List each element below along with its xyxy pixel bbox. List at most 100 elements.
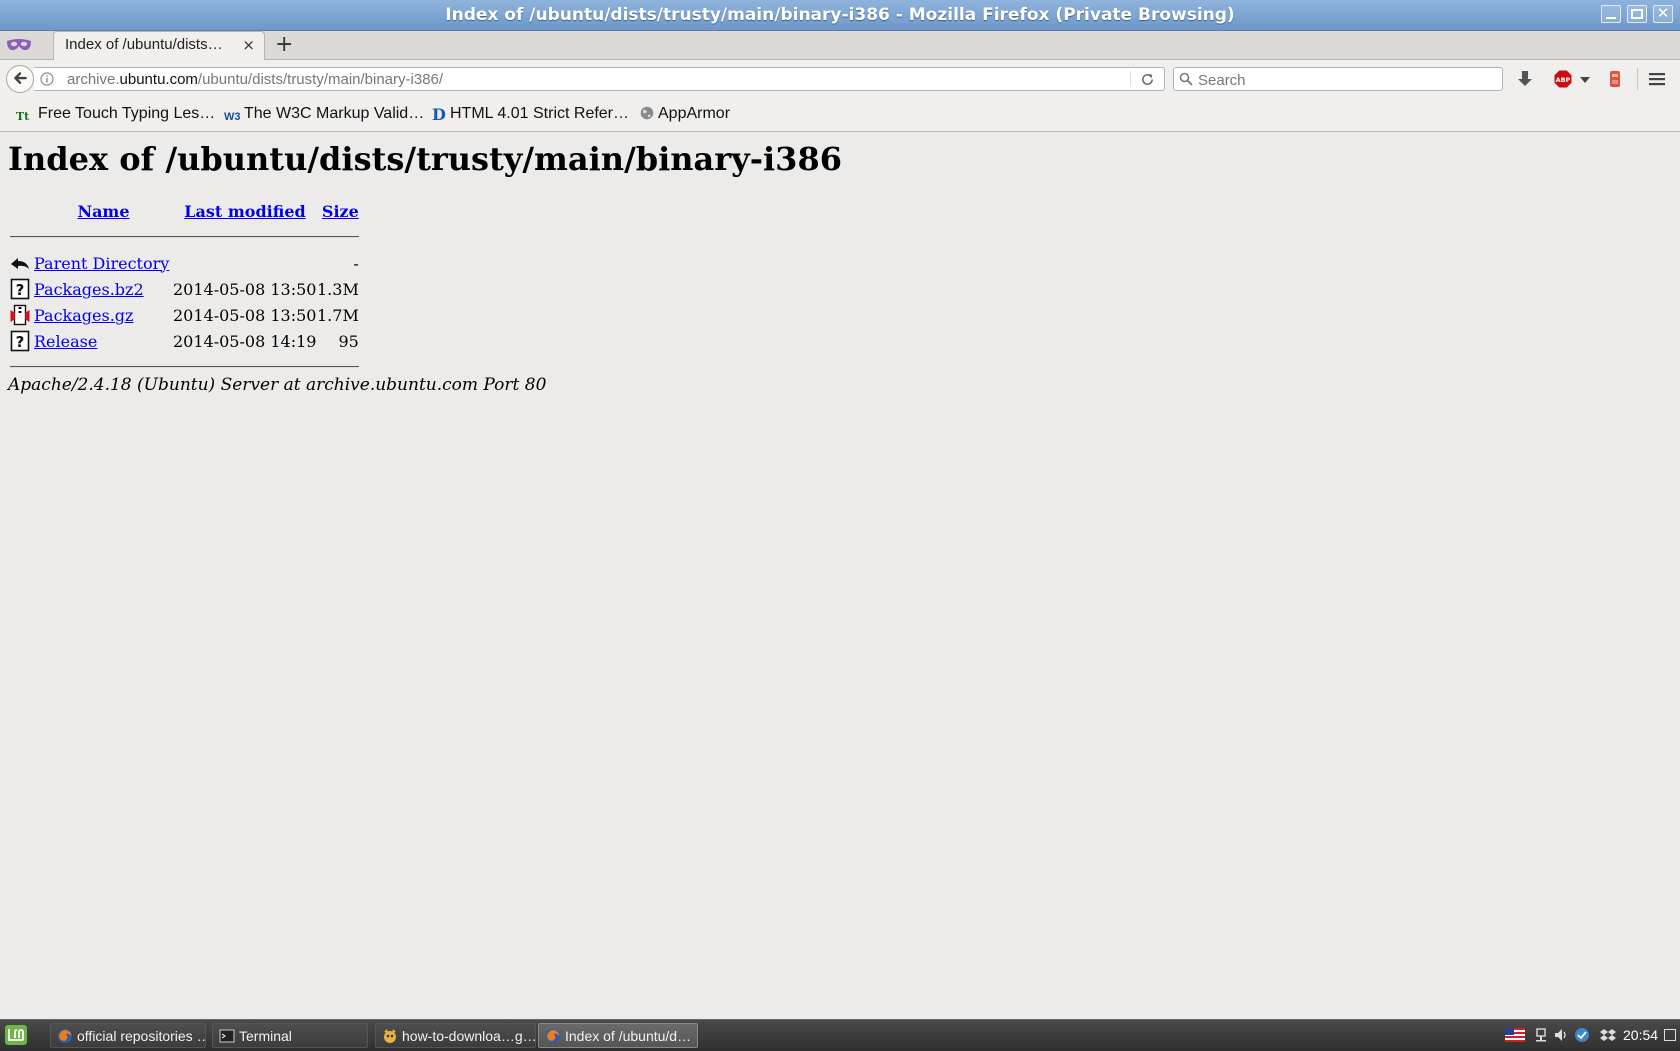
compressed-file-icon — [10, 304, 30, 326]
task-label: how-to-downloa…g… — [402, 1028, 536, 1044]
taskbar-item-how-to-download[interactable]: how-to-downloa…g… — [375, 1023, 536, 1048]
task-label: official repositories … — [77, 1028, 206, 1044]
back-arrow-icon — [14, 72, 27, 84]
network-icon[interactable] — [1533, 1027, 1549, 1043]
search-bar[interactable] — [1173, 67, 1503, 91]
file-link-packages-bz2[interactable]: Packages.bz2 — [34, 280, 144, 299]
volume-icon[interactable] — [1553, 1027, 1569, 1043]
maximize-button[interactable] — [1627, 5, 1647, 23]
back-arrow-icon — [11, 258, 29, 269]
url-bar[interactable]: archive.ubuntu.com/ubuntu/dists/trusty/m… — [34, 67, 1165, 91]
tab-close-icon[interactable]: × — [242, 36, 255, 54]
close-window-button[interactable]: ✕ — [1653, 5, 1673, 23]
clock[interactable]: 20:54 — [1623, 1027, 1658, 1043]
bookmarks-toolbar: Tt Free Touch Typing Les… W3 The W3C Marku… — [0, 98, 1680, 132]
update-manager-icon[interactable] — [1574, 1027, 1590, 1043]
private-browsing-mask-icon — [7, 39, 31, 51]
modified-cell: 2014-05-08 13:50 — [173, 305, 317, 325]
unknown-file-icon: ? — [10, 330, 30, 352]
taskbar: official repositories … Terminal how-to-… — [0, 1019, 1680, 1051]
header-divider-row — [10, 224, 359, 250]
svg-text:?: ? — [16, 333, 25, 351]
adblock-dropdown-icon[interactable] — [1580, 77, 1590, 83]
file-link-packages-gz[interactable]: Packages.gz — [34, 306, 133, 325]
tab-active[interactable]: Index of /ubuntu/dists… × — [53, 31, 265, 60]
bookmark-w3c-validator[interactable]: W3 The W3C Markup Valid… — [224, 105, 424, 123]
url-prefix: archive. — [67, 71, 120, 88]
divider — [10, 236, 359, 238]
minimize-button[interactable] — [1601, 5, 1621, 23]
svg-text:?: ? — [16, 281, 25, 299]
taskbar-item-terminal[interactable]: Terminal — [212, 1023, 368, 1048]
file-link-parent-directory[interactable]: Parent Directory — [34, 254, 169, 273]
html-d-icon: D — [432, 105, 446, 124]
search-icon — [1179, 72, 1193, 86]
back-button[interactable] — [6, 65, 34, 93]
name-column-header: Name — [34, 198, 173, 224]
url-text[interactable]: archive.ubuntu.com/ubuntu/dists/trusty/m… — [67, 71, 443, 88]
table-row: Packages.gz 2014-05-08 13:50 1.7M — [10, 302, 359, 328]
modified-cell: 2014-05-08 13:50 — [173, 279, 317, 299]
bookmark-label: The W3C Markup Valid… — [244, 105, 425, 122]
file-link-release[interactable]: Release — [34, 332, 97, 351]
divider — [10, 366, 359, 368]
image-viewer-icon — [384, 1029, 396, 1043]
last-modified-column-header: Last modified — [173, 198, 317, 224]
extension-icon[interactable] — [1608, 69, 1622, 89]
taskbar-item-official-repositories[interactable]: official repositories … — [50, 1023, 206, 1048]
window-title: Index of /ubuntu/dists/trusty/main/binar… — [445, 5, 1235, 25]
sort-by-name-link[interactable]: Name — [77, 202, 129, 221]
bookmark-free-touch-typing[interactable]: Tt Free Touch Typing Les… — [16, 105, 215, 123]
bookmark-html-401-reference[interactable]: D HTML 4.01 Strict Refer… — [432, 105, 629, 124]
tab-strip: Index of /ubuntu/dists… × + — [0, 31, 1680, 60]
table-row: ? Release 2014-05-08 14:19 95 — [10, 328, 359, 354]
window-titlebar: Index of /ubuntu/dists/trusty/main/binar… — [0, 0, 1680, 31]
taskbar-item-index-of-ubuntu[interactable]: Index of /ubuntu/d… — [538, 1023, 698, 1048]
typing-tt-icon: Tt — [16, 110, 30, 123]
table-header-row: Name Last modified Size — [10, 198, 359, 224]
hamburger-menu-icon[interactable] — [1648, 71, 1666, 87]
url-path: /ubuntu/dists/trusty/main/binary-i386/ — [197, 71, 444, 88]
us-flag-keyboard-layout-icon[interactable] — [1505, 1028, 1525, 1042]
firefox-icon — [58, 1029, 72, 1043]
table-row: Parent Directory - — [10, 250, 359, 276]
page-content: Index of /ubuntu/dists/trusty/main/binar… — [0, 132, 1680, 1018]
firefox-icon — [546, 1029, 560, 1043]
size-column-header: Size — [317, 198, 359, 224]
site-info-icon[interactable] — [40, 72, 54, 86]
sort-by-size-link[interactable]: Size — [322, 202, 359, 221]
terminal-icon — [219, 1029, 235, 1043]
url-domain: ubuntu.com — [119, 71, 198, 88]
task-label: Index of /ubuntu/d… — [565, 1028, 692, 1044]
icon-column-header — [10, 198, 34, 224]
reload-icon[interactable] — [1140, 72, 1155, 87]
toolbar-separator — [1637, 68, 1638, 90]
table-row: ? Packages.bz2 2014-05-08 13:50 1.3M — [10, 276, 359, 302]
svg-text:ABP: ABP — [1556, 76, 1571, 84]
directory-listing-table: Name Last modified Size Parent Directory… — [10, 198, 359, 380]
navigation-toolbar: archive.ubuntu.com/ubuntu/dists/trusty/m… — [0, 60, 1680, 98]
page-title: Index of /ubuntu/dists/trusty/main/binar… — [8, 140, 842, 178]
mint-menu-icon[interactable] — [4, 1024, 28, 1046]
size-cell: 1.7M — [317, 305, 359, 325]
size-cell: 95 — [338, 331, 359, 351]
sort-by-last-modified-link[interactable]: Last modified — [184, 202, 305, 221]
server-signature: Apache/2.4.18 (Ubuntu) Server at archive… — [8, 375, 547, 395]
url-bar-divider — [1130, 71, 1131, 87]
size-cell: 1.3M — [317, 279, 359, 299]
bookmark-label: Free Touch Typing Les… — [38, 105, 216, 122]
unknown-file-icon: ? — [10, 278, 30, 300]
new-tab-button[interactable]: + — [275, 32, 293, 57]
task-label: Terminal — [239, 1028, 292, 1044]
download-icon[interactable] — [1516, 70, 1534, 88]
modified-cell — [173, 250, 317, 276]
w3c-icon: W3 — [224, 111, 241, 123]
modified-cell: 2014-05-08 14:19 — [173, 331, 317, 351]
bookmark-label: AppArmor — [658, 105, 731, 122]
bookmark-apparmor[interactable]: AppArmor — [640, 105, 730, 123]
dropbox-icon[interactable] — [1600, 1027, 1616, 1043]
show-desktop-button[interactable] — [1664, 1029, 1676, 1041]
adblock-plus-icon[interactable]: ABP — [1554, 70, 1572, 88]
search-input[interactable] — [1196, 69, 1500, 91]
tab-label: Index of /ubuntu/dists… — [65, 36, 223, 53]
